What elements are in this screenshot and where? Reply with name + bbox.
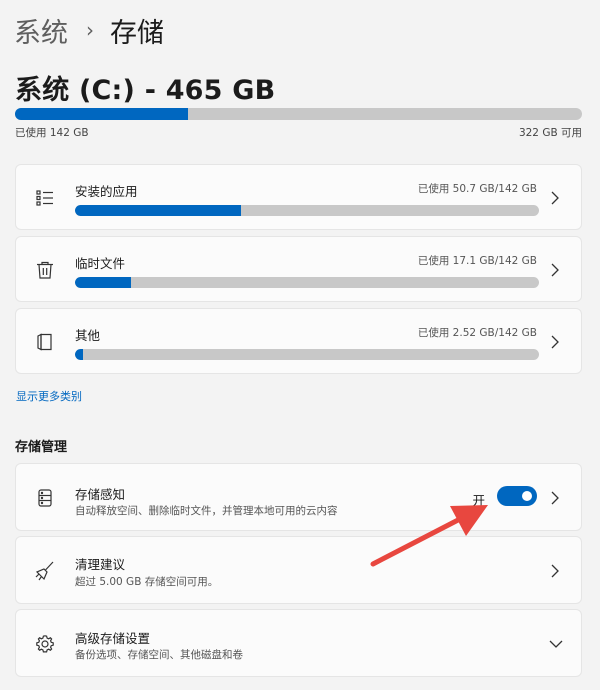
- chevron-down-icon[interactable]: [549, 636, 563, 652]
- drive-usage-bar: [15, 108, 582, 120]
- cleanup-recommendations-description: 超过 5.00 GB 存储空间可用。: [75, 576, 219, 588]
- drive-title: 系统 (C:) - 465 GB: [15, 75, 276, 106]
- trash-icon: [34, 259, 56, 281]
- storage-sense-title: 存储感知: [75, 487, 126, 502]
- advanced-storage-settings-description: 备份选项、存储空间、其他磁盘和卷: [75, 649, 243, 661]
- category-card-other[interactable]: 其他 已使用 2.52 GB/142 GB: [15, 308, 582, 374]
- category-name: 安装的应用: [75, 184, 138, 199]
- chevron-right-icon: [549, 190, 561, 206]
- category-usage: 已使用 50.7 GB/142 GB: [417, 183, 537, 195]
- breadcrumb-parent-system[interactable]: 系统: [14, 11, 68, 50]
- hard-drive-icon: [34, 487, 56, 509]
- category-name: 临时文件: [75, 256, 126, 271]
- breadcrumb: 系统 › 存储: [14, 10, 164, 50]
- category-usage-fill: [75, 349, 84, 360]
- category-usage-bar: [75, 205, 539, 216]
- gear-icon: [34, 633, 56, 655]
- folder-icon: [34, 331, 56, 353]
- show-more-categories-link[interactable]: 显示更多类别: [16, 388, 82, 404]
- chevron-right-icon: [549, 262, 561, 278]
- advanced-storage-settings-card[interactable]: 高级存储设置 备份选项、存储空间、其他磁盘和卷: [15, 609, 582, 677]
- storage-sense-toggle-label: 开: [472, 493, 485, 508]
- cleanup-recommendations-title: 清理建议: [75, 557, 126, 572]
- cleanup-recommendations-card[interactable]: 清理建议 超过 5.00 GB 存储空间可用。: [15, 536, 582, 604]
- category-usage-fill: [75, 205, 241, 216]
- section-title-storage-management: 存储管理: [15, 440, 68, 455]
- category-usage-fill: [75, 277, 131, 288]
- drive-free-label: 322 GB 可用: [518, 127, 582, 139]
- chevron-right-icon: [549, 334, 561, 350]
- category-name: 其他: [75, 328, 101, 343]
- drive-usage-fill: [15, 108, 188, 120]
- advanced-storage-settings-title: 高级存储设置: [75, 631, 151, 646]
- breadcrumb-current-storage: 存储: [110, 17, 164, 49]
- toggle-knob: [522, 491, 532, 501]
- broom-icon: [34, 560, 56, 582]
- chevron-right-icon[interactable]: [549, 490, 561, 506]
- storage-sense-card[interactable]: 存储感知 自动释放空间、删除临时文件，并管理本地可用的云内容 开: [15, 463, 582, 531]
- breadcrumb-separator-icon: ›: [86, 18, 94, 42]
- category-card-apps[interactable]: 安装的应用 已使用 50.7 GB/142 GB: [15, 164, 582, 230]
- storage-sense-toggle[interactable]: [497, 486, 537, 506]
- category-usage: 已使用 17.1 GB/142 GB: [417, 255, 537, 267]
- drive-used-label: 已使用 142 GB: [15, 127, 89, 139]
- category-usage: 已使用 2.52 GB/142 GB: [417, 327, 537, 339]
- category-usage-bar: [75, 349, 539, 360]
- storage-sense-description: 自动释放空间、删除临时文件，并管理本地可用的云内容: [75, 505, 338, 517]
- category-usage-bar: [75, 277, 539, 288]
- app-list-icon: [34, 187, 56, 209]
- chevron-right-icon: [549, 563, 561, 579]
- category-card-temp-files[interactable]: 临时文件 已使用 17.1 GB/142 GB: [15, 236, 582, 302]
